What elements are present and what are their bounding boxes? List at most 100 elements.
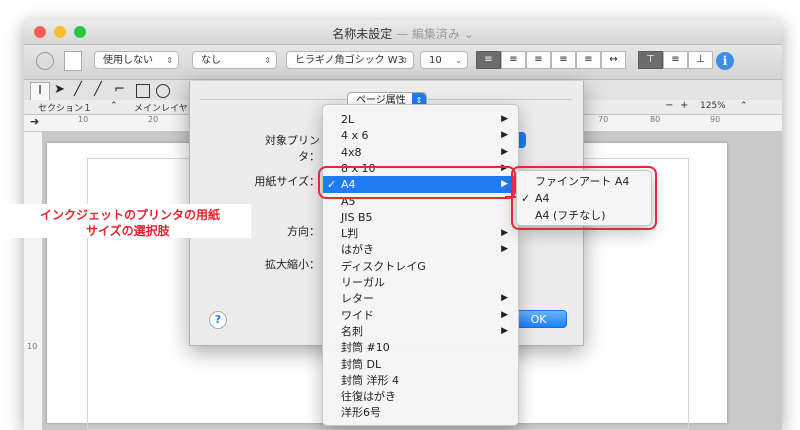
paper-size-item[interactable]: 封筒 #10 (323, 339, 518, 356)
document-name: 名称未設定 (332, 27, 393, 41)
format-toolbar: 使用しない ⇕ なし ⇕ ヒラギノ角ゴシック W3 ⇕ 10 ⌄ ≡ ≡ ≡ ≡ ≡ ↔… (24, 45, 782, 80)
ruler-mark: 20 (148, 115, 159, 124)
document-status[interactable]: 編集済み ⌄ (412, 27, 474, 41)
paper-size-item[interactable]: レター ▶ (323, 290, 518, 307)
fill-value: なし (201, 55, 221, 66)
highlight-connector (505, 196, 516, 198)
printer-label: 対象プリンタ： (265, 134, 320, 163)
paper-size-item[interactable]: 封筒 DL (323, 356, 518, 373)
vertical-ruler: 10 (24, 132, 43, 430)
submenu-arrow-icon: ▶ (501, 325, 508, 336)
valign-middle-button[interactable]: ≡ (663, 51, 688, 69)
paper-size-item-label: ディスクトレイG (341, 259, 426, 273)
paper-size-item[interactable]: 4x8 ▶ (323, 144, 518, 161)
help-button[interactable]: ? (209, 311, 227, 329)
connector-tool-icon[interactable]: ⌐ (114, 82, 125, 97)
paper-size-item-label: 4x8 (341, 145, 362, 159)
submenu-arrow-icon: ▶ (501, 130, 508, 141)
crosshair-icon[interactable] (36, 52, 54, 70)
paper-size-item-label: 往復はがき (341, 390, 396, 404)
submenu-arrow-icon: ▶ (501, 228, 508, 239)
paper-size-item-label: 2L (341, 113, 355, 126)
align-right-button[interactable]: ≡ (526, 51, 551, 69)
zoom-level[interactable]: 125% (700, 101, 726, 111)
align-center-button[interactable]: ≡ (501, 51, 526, 69)
paper-size-label: 用紙サイズ： (254, 175, 320, 188)
ruler-mark: 70 (598, 115, 609, 124)
ruler-mark: 80 (650, 115, 661, 124)
paper-size-item-label: 4 x 6 (341, 129, 369, 143)
chevron-updown-icon: ⌃ (110, 101, 118, 111)
submenu-arrow-icon: ▶ (501, 244, 508, 255)
paper-size-item[interactable]: ワイド ▶ (323, 307, 518, 324)
ruler-arrow-icon[interactable]: ➜ (30, 115, 39, 128)
line-style-value: 使用しない (103, 55, 153, 66)
submenu-arrow-icon: ▶ (501, 114, 508, 124)
valign-top-button[interactable]: ⊤ (638, 51, 663, 69)
chevron-updown-icon: ⌃ (740, 101, 748, 111)
paper-size-item-label: リーガル (341, 276, 385, 289)
window-title: 名称未設定 — 編集済み ⌄ (24, 25, 782, 42)
ruler-mark: 10 (78, 115, 89, 124)
ellipse-tool-icon[interactable] (156, 84, 170, 98)
arrow-tool-icon[interactable]: ➤ (54, 82, 65, 97)
font-popup[interactable]: ヒラギノ角ゴシック W3 ⇕ (286, 51, 414, 69)
paper-size-item[interactable]: 往復はがき (323, 388, 518, 405)
section-selector[interactable]: セクション１ (38, 101, 92, 114)
paper-size-item[interactable]: 封筒 洋形 4 (323, 372, 518, 389)
paper-size-item[interactable]: L判 ▶ (323, 225, 518, 242)
highlight-submenu (511, 166, 657, 230)
paper-size-item[interactable]: 2L ▶ (323, 111, 518, 128)
paper-size-item-label: ワイド (341, 308, 374, 322)
paper-size-item-label: 封筒 洋形 4 (341, 373, 399, 387)
paper-size-item[interactable]: 洋形6号 (323, 404, 518, 421)
line-tool-icon[interactable]: ╱ (74, 82, 82, 97)
info-icon[interactable]: i (716, 52, 734, 70)
orientation-label: 方向： (287, 225, 320, 238)
justify-all-button[interactable]: ≡ (576, 51, 601, 69)
paper-size-item[interactable]: はがき ▶ (323, 241, 518, 258)
callout-line-1: インクジェットのプリンタの用紙 (40, 208, 221, 222)
font-size-value: 10 (429, 55, 442, 66)
scale-label: 拡大縮小： (265, 258, 320, 271)
text-tool-icon[interactable]: I (30, 82, 50, 101)
paper-size-item-label: 洋形6号 (341, 406, 381, 420)
paper-size-item-label: 名刺 (341, 324, 363, 338)
font-value: ヒラギノ角ゴシック W3 (295, 55, 405, 66)
paper-size-item-label: レター (341, 292, 374, 306)
submenu-arrow-icon: ▶ (501, 146, 508, 157)
highlight-a4-item (318, 166, 516, 199)
valign-bottom-button[interactable]: ⊥ (688, 51, 713, 69)
rectangle-tool-icon[interactable] (136, 84, 150, 98)
paper-size-item[interactable]: JIS B5 (323, 209, 518, 226)
paper-size-item-label: L判 (341, 227, 359, 241)
paper-size-item[interactable]: 4 x 6 ▶ (323, 127, 518, 144)
paper-size-item-label: 封筒 DL (341, 357, 382, 371)
updown-icon: ⇕ (264, 56, 271, 65)
zoom-out-button[interactable]: − (665, 100, 673, 111)
paper-size-item-label: はがき (341, 243, 374, 257)
zoom-in-button[interactable]: + (680, 100, 688, 111)
title-bar: 名称未設定 — 編集済み ⌄ (24, 20, 782, 45)
updown-icon: ⇕ (166, 56, 173, 65)
panel-icon[interactable] (64, 51, 82, 71)
line-tool-2-icon[interactable]: ╱ (94, 82, 102, 97)
annotation-callout: インクジェットのプリンタの用紙 サイズの選択肢 (6, 204, 251, 238)
layer-selector[interactable]: メインレイヤ (134, 101, 188, 114)
fit-width-button[interactable]: ↔ (601, 51, 626, 69)
paper-size-item[interactable]: リーガル (323, 274, 518, 291)
justify-button[interactable]: ≡ (551, 51, 576, 69)
fill-popup[interactable]: なし ⇕ (192, 51, 277, 69)
paper-size-item[interactable]: ディスクトレイG (323, 258, 518, 275)
line-style-popup[interactable]: 使用しない ⇕ (94, 51, 179, 69)
updown-icon: ⇕ (401, 56, 408, 65)
callout-line-2: サイズの選択肢 (86, 224, 170, 238)
paper-size-item-label: JIS B5 (341, 210, 373, 224)
submenu-arrow-icon: ▶ (501, 309, 508, 320)
paper-size-item-label: 封筒 #10 (341, 341, 390, 355)
font-size-popup[interactable]: 10 ⌄ (420, 51, 468, 69)
title-separator: — (392, 27, 412, 41)
paper-size-item[interactable]: 名刺 ▶ (323, 323, 518, 340)
ruler-mark: 10 (27, 342, 38, 351)
align-left-button[interactable]: ≡ (476, 51, 501, 69)
